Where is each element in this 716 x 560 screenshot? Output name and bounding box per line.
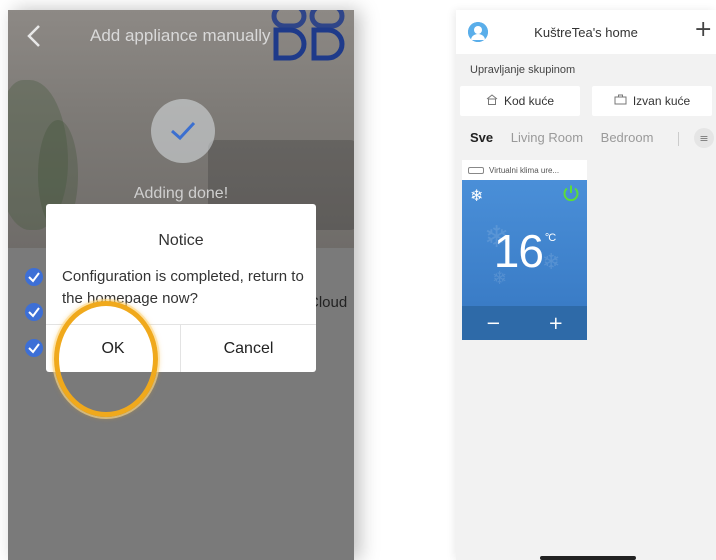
ok-button[interactable]: OK	[46, 325, 180, 372]
away-mode-button[interactable]: Izvan kuće	[592, 86, 712, 116]
home-mode-label: Kod kuće	[503, 94, 555, 108]
dialog-title: Notice	[158, 232, 204, 249]
add-icon[interactable]: +	[694, 19, 712, 41]
cool-mode-icon: ❄	[470, 186, 484, 205]
device-card[interactable]: ❄ ❄ ❄ ❄ 16 °C	[462, 180, 587, 306]
dialog-message: Configuration is completed, return to th…	[62, 268, 304, 307]
temperature-value: 16	[493, 225, 544, 277]
success-check-icon	[151, 99, 215, 163]
back-arrow-icon[interactable]	[26, 24, 42, 48]
temperature-decrease-button[interactable]: −	[462, 313, 525, 334]
away-mode-label: Izvan kuće	[632, 94, 691, 108]
temperature-display: 16 °C	[462, 224, 587, 278]
menu-icon[interactable]: ≡	[694, 128, 714, 148]
home-mode-button[interactable]: Kod kuće	[460, 86, 580, 116]
room-tabs: Sve Living Room Bedroom	[470, 130, 667, 145]
home-indicator	[540, 556, 636, 560]
temperature-increase-button[interactable]: +	[525, 313, 588, 334]
tab-living-room[interactable]: Living Room	[511, 130, 583, 145]
right-phone-screen: KuštreTea's home + Upravljanje skupinom …	[456, 10, 716, 560]
house-icon	[486, 94, 498, 108]
tab-divider	[678, 132, 679, 146]
step-check-icon	[25, 268, 43, 286]
temperature-unit: °C	[544, 232, 556, 244]
air-conditioner-icon	[468, 166, 484, 174]
step-check-icon	[25, 339, 43, 357]
brand-logo-icon	[270, 10, 352, 69]
step-check-icon	[25, 303, 43, 321]
home-title[interactable]: KuštreTea's home	[456, 25, 716, 40]
suitcase-icon	[614, 94, 627, 108]
group-control-label: Upravljanje skupinom	[470, 64, 576, 76]
page-title: Add appliance manually	[90, 26, 271, 45]
device-name: Virtualni klima ure...	[489, 165, 560, 175]
device-card-header[interactable]: Virtualni klima ure...	[462, 160, 587, 180]
adding-done-text: Adding done!	[133, 185, 229, 202]
tab-bedroom[interactable]: Bedroom	[601, 130, 654, 145]
power-icon[interactable]	[562, 184, 580, 207]
cancel-button[interactable]: Cancel	[181, 325, 316, 372]
temperature-controls: − +	[462, 306, 587, 340]
tab-all[interactable]: Sve	[470, 130, 493, 145]
notice-dialog: Notice Configuration is completed, retur…	[46, 204, 316, 372]
app-header: KuštreTea's home +	[456, 10, 716, 54]
